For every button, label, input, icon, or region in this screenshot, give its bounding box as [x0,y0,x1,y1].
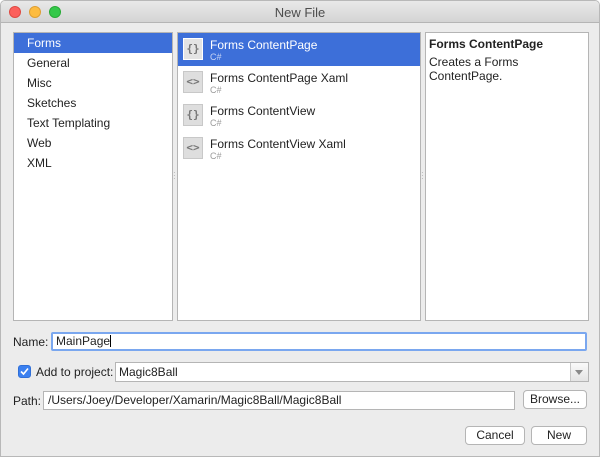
chevron-down-icon [575,370,583,375]
angle-brackets-icon: <> [183,137,203,159]
name-input[interactable]: MainPage [51,332,587,351]
category-item-sketches[interactable]: Sketches [14,93,172,113]
category-list[interactable]: Forms General Misc Sketches Text Templat… [13,32,173,321]
category-item-forms[interactable]: Forms [14,33,172,53]
description-panel: Forms ContentPage Creates a Forms Conten… [425,32,589,321]
category-item-web[interactable]: Web [14,133,172,153]
template-language: C# [210,52,222,62]
category-item-misc[interactable]: Misc [14,73,172,93]
template-name: Forms ContentPage [210,38,318,52]
text-caret [110,335,112,347]
splitter-handle[interactable]: · · · [173,169,176,183]
project-select[interactable]: Magic8Ball [115,362,589,382]
description-text: Creates a Forms ContentPage. [429,55,519,83]
category-item-xml[interactable]: XML [14,153,172,173]
add-to-project-label[interactable]: Add to project: [36,365,113,379]
template-list[interactable]: {} Forms ContentPage C# <> Forms Content… [177,32,421,321]
curly-braces-icon: {} [183,38,203,60]
template-name: Forms ContentView Xaml [210,137,346,151]
template-item-forms-contentpage[interactable]: {} Forms ContentPage C# [178,33,420,66]
browse-button[interactable]: Browse... [523,390,587,409]
template-item-forms-contentpage-xaml[interactable]: <> Forms ContentPage Xaml C# [178,66,420,99]
path-label: Path: [13,394,42,408]
name-label: Name: [13,335,49,349]
template-item-forms-contentview[interactable]: {} Forms ContentView C# [178,99,420,132]
path-input[interactable]: /Users/Joey/Developer/Xamarin/Magic8Ball… [43,391,515,410]
new-button[interactable]: New [531,426,587,445]
window-title: New File [274,5,326,20]
template-name: Forms ContentView [210,104,316,118]
template-language: C# [210,85,222,95]
add-to-project-checkbox[interactable] [18,365,31,378]
angle-brackets-icon: <> [183,71,203,93]
cancel-button[interactable]: Cancel [465,426,525,445]
category-item-text-templating[interactable]: Text Templating [14,113,172,133]
path-input-value: /Users/Joey/Developer/Xamarin/Magic8Ball… [48,393,342,407]
template-language: C# [210,118,222,128]
template-item-forms-contentview-xaml[interactable]: <> Forms ContentView Xaml C# [178,132,420,165]
category-item-general[interactable]: General [14,53,172,73]
checkmark-icon [20,367,29,376]
splitter-handle[interactable]: · · · [421,169,424,183]
new-file-dialog: New File Forms General Misc Sketches Tex… [0,0,600,457]
select-arrow-button[interactable] [570,363,588,381]
template-language: C# [210,151,222,161]
project-select-value: Magic8Ball [119,365,178,379]
template-name: Forms ContentPage Xaml [210,71,349,85]
title-bar[interactable]: New File [1,1,599,23]
description-title: Forms ContentPage [429,37,544,51]
name-input-value: MainPage [56,334,111,348]
curly-braces-icon: {} [183,104,203,126]
